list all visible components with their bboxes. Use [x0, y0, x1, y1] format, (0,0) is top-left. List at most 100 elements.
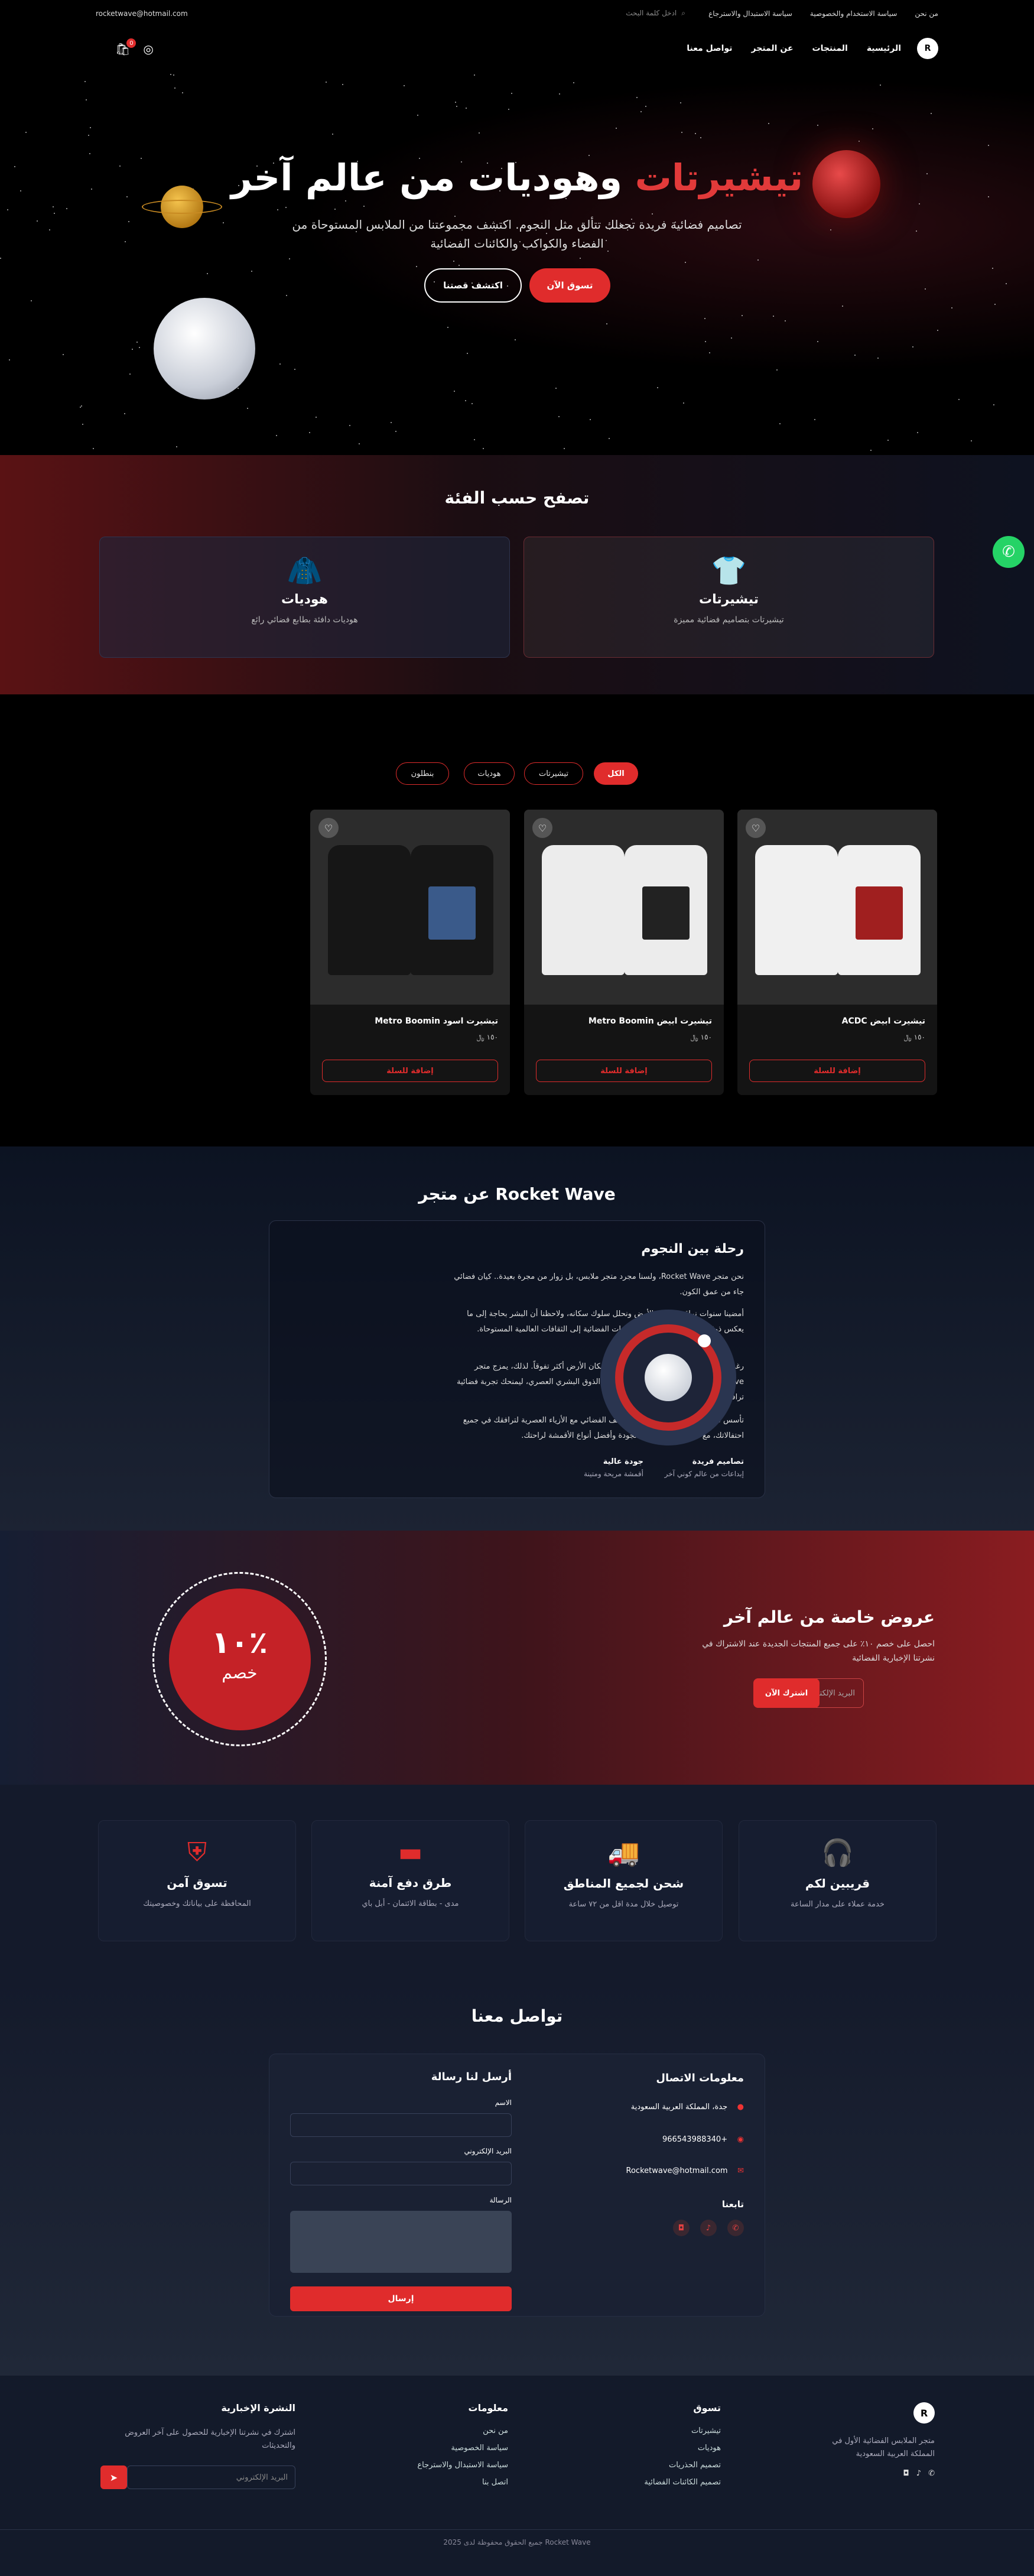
logo[interactable]: R: [917, 38, 938, 59]
star: [514, 339, 516, 340]
star: [49, 229, 51, 230]
whatsapp-icon[interactable]: ✆: [727, 2220, 744, 2236]
footer-logo[interactable]: R: [913, 2402, 935, 2424]
heart-icon[interactable]: ♡: [746, 818, 766, 838]
star: [36, 220, 38, 222]
instagram-icon[interactable]: ◘: [903, 2469, 909, 2478]
filter-hoodies[interactable]: هوديات: [464, 762, 515, 785]
send-button[interactable]: إرسال: [290, 2286, 512, 2311]
product-price: ١٥٠ ﷼: [690, 1033, 712, 1041]
product-image[interactable]: ♡: [310, 810, 510, 1005]
star: [92, 447, 94, 449]
star: [652, 213, 653, 215]
star: [785, 320, 786, 321]
name-field[interactable]: [290, 2113, 512, 2137]
hoodie-icon: 🧥: [287, 554, 323, 587]
star: [285, 206, 287, 208]
email-field[interactable]: [290, 2162, 512, 2185]
about-feature: تصاميم فريدة إبداعات من عالم كوني آخر: [664, 1457, 744, 1478]
filter-pants[interactable]: بنطلون: [396, 762, 449, 785]
nav-item-about[interactable]: عن المتجر: [752, 44, 794, 53]
nav-item-products[interactable]: المنتجات: [812, 44, 848, 53]
star: [331, 133, 333, 135]
product-card[interactable]: ♡ تيشيرت ابيض Metro Boomin ١٥٠ ﷼ إضافة للسل…: [524, 810, 724, 1095]
user-icon[interactable]: ◎: [143, 42, 153, 56]
contact-email[interactable]: rocketwave@hotmail.com: [96, 9, 188, 18]
product-name: تيشيرت ابيض ACDC: [841, 1016, 925, 1026]
star: [472, 403, 473, 405]
tiktok-icon[interactable]: ♪: [916, 2469, 921, 2478]
add-to-cart-button[interactable]: إضافة للسلة: [536, 1060, 712, 1082]
contact-section: تواصل معنا معلومات الاتصال ● جدة، المملك…: [0, 1980, 1034, 2376]
product-card[interactable]: ♡ تيشيرت اسود Metro Boomin ١٥٠ ﷼ إضافة للسل…: [310, 810, 510, 1095]
star: [606, 323, 608, 324]
contact-phone[interactable]: ◉ +966543988340: [662, 2135, 744, 2144]
add-to-cart-button[interactable]: إضافة للسلة: [749, 1060, 925, 1082]
about-card-title: رحلة بين النجوم: [641, 1242, 744, 1256]
star: [30, 300, 32, 302]
name-label: الاسم: [495, 2099, 512, 2107]
star: [222, 222, 224, 223]
shop-now-button[interactable]: تسوق الآن: [529, 268, 610, 303]
subscribe-button[interactable]: اشترك الآن: [753, 1678, 820, 1708]
discount-value: ١٠٪: [211, 1625, 268, 1661]
hero-subtitle: تصاميم فضائية فريدة تجعلك تتألق مثل النج…: [292, 217, 742, 251]
contact-email[interactable]: ✉ Rocketwave@hotmail.com: [626, 2166, 744, 2175]
product-name: تيشيرت اسود Metro Boomin: [375, 1016, 498, 1026]
search-icon[interactable]: ⌕: [681, 9, 685, 18]
feature-card-payment: ▬ طرق دفع آمنة مدى - بطاقة الائتمان - أب…: [311, 1820, 509, 1941]
nav-icons: 🛍 0 ◎: [115, 38, 154, 56]
add-to-cart-button[interactable]: إضافة للسلة: [322, 1060, 498, 1082]
top-link-returns[interactable]: سياسة الاستبدال والاسترجاع: [708, 9, 792, 18]
whatsapp-icon[interactable]: ✆: [928, 2469, 935, 2478]
star: [136, 341, 138, 343]
heart-icon[interactable]: ♡: [318, 818, 339, 838]
heart-icon[interactable]: ♡: [532, 818, 552, 838]
category-card-tshirts[interactable]: 👕 تيشيرتات تيشيرتات بتصاميم فضائية مميزة: [523, 537, 934, 658]
top-link-privacy[interactable]: سياسة الاستخدام والخصوصية: [810, 9, 898, 18]
star: [854, 354, 856, 356]
filter-all[interactable]: الكل: [594, 762, 638, 785]
filter-tshirts[interactable]: تيشيرتات: [524, 762, 583, 785]
star: [342, 83, 343, 85]
whatsapp-float-button[interactable]: ✆: [993, 536, 1025, 568]
star: [700, 137, 701, 138]
star: [0, 257, 2, 259]
star: [842, 306, 844, 307]
discover-button[interactable]: اكتشف قصتنا: [424, 268, 522, 303]
whatsapp-icon: ◉: [737, 2135, 744, 2144]
category-desc: هوديات دافئة بطابع فضائي رائع: [251, 615, 358, 625]
star: [363, 206, 365, 207]
product-image[interactable]: ♡: [737, 810, 937, 1005]
footer-newsletter: النشرة الإخبارية اشترك في نشرتنا الإخبار…: [125, 2402, 295, 2450]
category-card-hoodies[interactable]: 🧥 هوديات هوديات دافئة بطابع فضائي رائع: [99, 537, 510, 658]
instagram-icon[interactable]: ◘: [673, 2220, 690, 2236]
search-box[interactable]: ادخل كلمة البحث ⌕: [579, 6, 685, 20]
nav-item-home[interactable]: الرئيسية: [867, 44, 901, 53]
product-price: ١٥٠ ﷼: [476, 1033, 498, 1041]
product-card[interactable]: ♡ تيشيرت ابيض ACDC ١٥٠ ﷼ إضافة للسلة: [737, 810, 937, 1095]
nav-item-contact[interactable]: تواصل معنا: [687, 44, 732, 53]
star: [684, 262, 686, 264]
cart-icon[interactable]: 🛍 0: [115, 38, 136, 56]
search-input[interactable]: ادخل كلمة البحث: [626, 9, 677, 17]
star: [349, 425, 351, 427]
star: [579, 257, 581, 259]
top-link-about[interactable]: من نحن: [915, 9, 938, 18]
tiktok-icon[interactable]: ♪: [700, 2220, 717, 2236]
star: [466, 107, 467, 109]
discount-label: خصم: [222, 1662, 258, 1682]
star: [170, 73, 172, 75]
about-section: عن متجر Rocket Wave رحلة بين النجوم نحن …: [0, 1146, 1034, 1531]
message-field[interactable]: [290, 2211, 512, 2273]
star: [478, 132, 480, 134]
categories-section: تصفح حسب الفئة 👕 تيشيرتات تيشيرتات بتصام…: [0, 455, 1034, 694]
offers-desc: احصل على خصم ١٠٪ على جميع المنتجات الجدي…: [702, 1639, 935, 1663]
star: [334, 208, 336, 210]
about-paragraph: نحن متجر Rocket Wave، ولسنا مجرد متجر مل…: [454, 1272, 744, 1297]
send-icon[interactable]: ➤: [100, 2465, 127, 2489]
tshirt-front: [625, 845, 707, 975]
top-bar: rocketwave@hotmail.com ادخل كلمة البحث ⌕…: [0, 0, 1034, 26]
product-image[interactable]: ♡: [524, 810, 724, 1005]
newsletter-input[interactable]: البريد الإلكتروني: [127, 2465, 295, 2489]
